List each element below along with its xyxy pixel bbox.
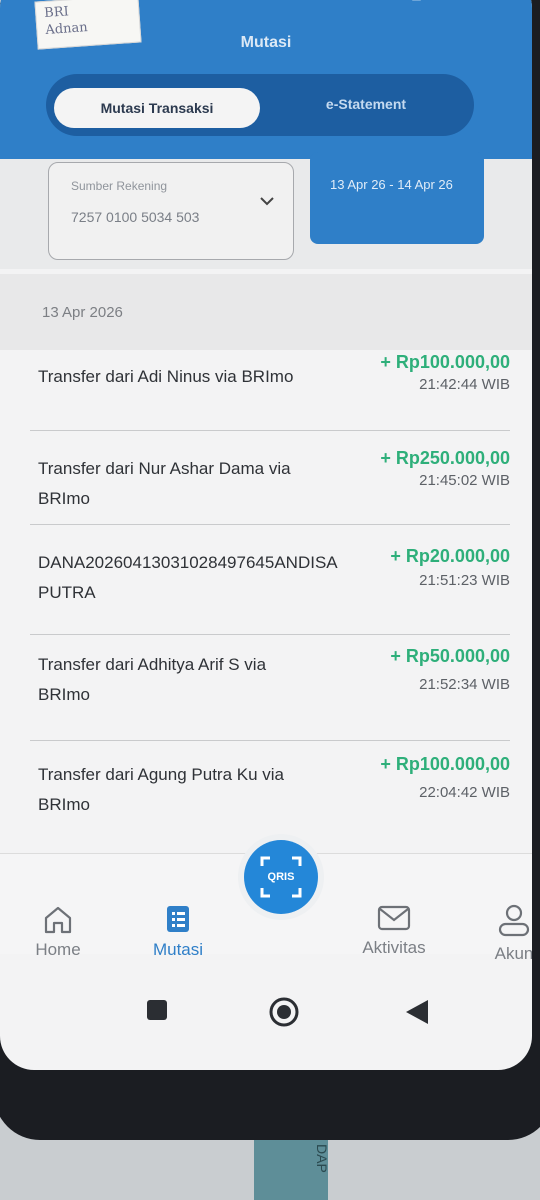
account-number: 7257 0100 5034 503 (71, 209, 200, 225)
receipt-icon (167, 906, 189, 932)
row-divider (30, 634, 510, 635)
transaction-row[interactable]: Transfer dari Agung Putra Ku via BRImo +… (30, 754, 510, 838)
mail-icon (377, 905, 411, 931)
date-header: 13 Apr 2026 (42, 304, 123, 321)
account-label: Sumber Rekening (71, 179, 168, 193)
transaction-description: Transfer dari Adhitya Arif S via BRImo (38, 655, 267, 704)
transaction-amount: + Rp250.000,00 (380, 448, 510, 468)
transaction-row[interactable]: Transfer dari Nur Ashar Dama via BRImo +… (30, 444, 510, 525)
circle-home-icon (269, 997, 299, 1027)
transaction-amount: + Rp20.000,00 (390, 546, 510, 566)
row-divider (30, 524, 510, 525)
tab-mutasi-transaksi[interactable]: Mutasi Transaksi (54, 88, 260, 128)
transaction-amount: + Rp50.000,00 (390, 646, 510, 666)
nav-aktivitas-label: Aktivitas (362, 938, 426, 957)
transaction-time: 22:04:42 WIB (419, 784, 510, 801)
account-selector[interactable]: Sumber Rekening 7257 0100 5034 503 (48, 162, 294, 260)
home-system-button[interactable] (268, 996, 300, 1033)
transaction-time: 21:45:02 WIB (419, 472, 510, 489)
transaction-description: Transfer dari Adi Ninus via BRImo (38, 367, 294, 386)
transaction-amount: + Rp100.000,00 (380, 352, 510, 372)
row-divider (30, 740, 510, 741)
row-divider (30, 430, 510, 431)
nav-akun[interactable]: Akun (484, 904, 532, 964)
nav-home-label: Home (35, 940, 81, 959)
app-screen: ✱ ◉ ◎ ▂▄ ◔ ▭ Mutasi Mutasi Transaksi e-S… (0, 0, 532, 1070)
transaction-amount: + Rp100.000,00 (380, 754, 510, 774)
back-system-button[interactable] (404, 998, 430, 1031)
recent-apps-button[interactable] (146, 999, 168, 1026)
back-triangle-icon (406, 1000, 428, 1024)
transaction-time: 21:52:34 WIB (419, 676, 510, 693)
transaction-row[interactable]: Transfer dari Adhitya Arif S via BRImo +… (30, 646, 510, 741)
paper-sticker: BRI Adnan (34, 0, 142, 50)
transaction-description: DANA20260413031028497645ANDISAPUTRA (38, 553, 338, 602)
phone-frame: ✱ ◉ ◎ ▂▄ ◔ ▭ Mutasi Mutasi Transaksi e-S… (0, 0, 540, 1140)
nav-mutasi[interactable]: Mutasi (138, 904, 218, 960)
square-icon (147, 1000, 167, 1020)
qris-label: QRIS (267, 871, 295, 883)
transaction-time: 21:51:23 WIB (419, 572, 510, 589)
transaction-row[interactable]: DANA20260413031028497645ANDISAPUTRA + Rp… (30, 542, 510, 635)
home-icon (44, 906, 72, 934)
transaction-description: Transfer dari Agung Putra Ku via BRImo (38, 765, 285, 814)
qris-button[interactable]: QRIS (244, 840, 318, 914)
nav-aktivitas[interactable]: Aktivitas (344, 904, 444, 958)
date-range-button[interactable]: 13 Apr 26 - 14 Apr 26 (310, 152, 484, 244)
transaction-description: Transfer dari Nur Ashar Dama via BRImo (38, 459, 291, 508)
cable-text: DAP (314, 1144, 330, 1173)
nav-mutasi-label: Mutasi (152, 940, 204, 959)
charging-cable: DAP (254, 1140, 330, 1200)
transaction-time: 21:42:44 WIB (419, 376, 510, 393)
tab-bar: Mutasi Transaksi e-Statement (46, 74, 474, 136)
nav-akun-label: Akun (494, 944, 532, 963)
chevron-down-icon (259, 193, 275, 211)
nav-home[interactable]: Home (26, 904, 90, 960)
transaction-row[interactable]: Transfer dari Adi Ninus via BRImo + Rp10… (30, 352, 510, 432)
tab-e-statement[interactable]: e-Statement (276, 84, 456, 124)
user-icon (498, 904, 530, 937)
